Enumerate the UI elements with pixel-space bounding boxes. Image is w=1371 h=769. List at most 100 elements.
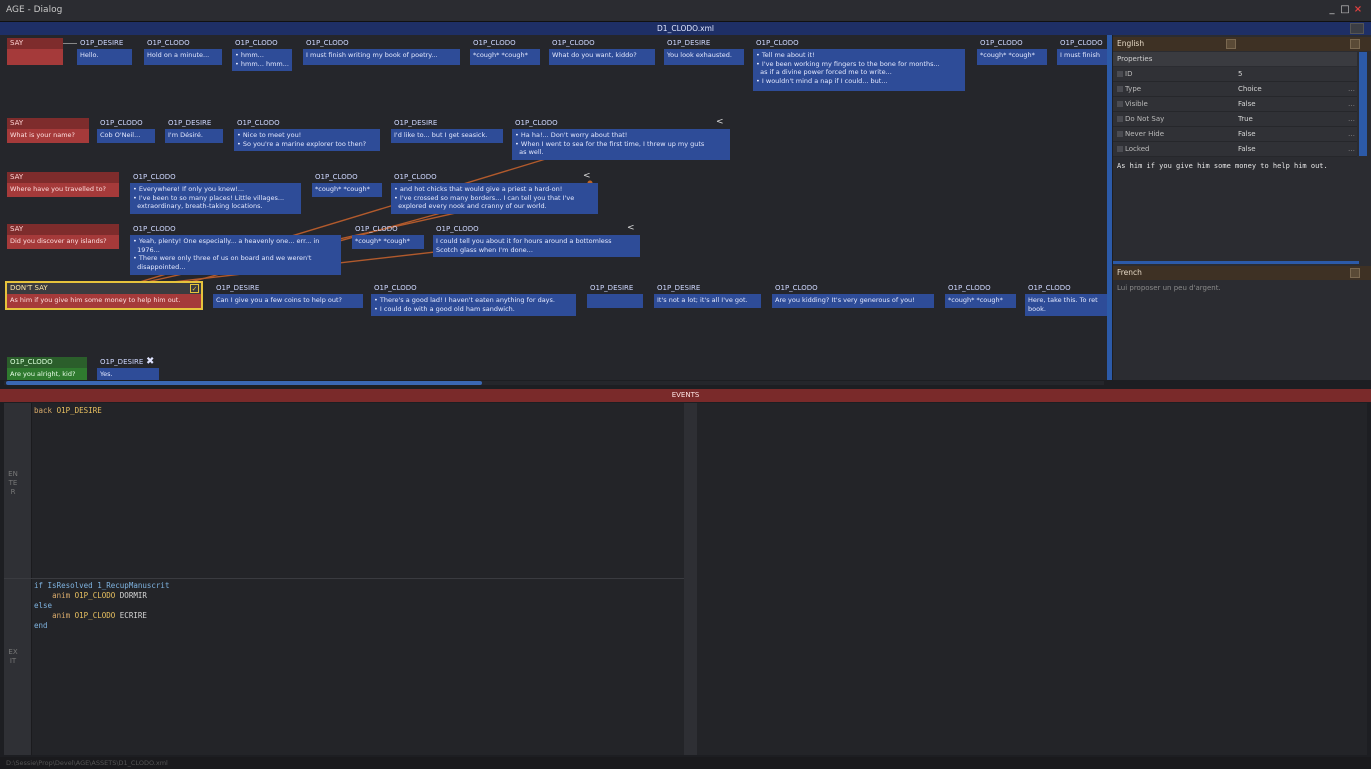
share-icon[interactable]: < [716, 117, 724, 127]
npc-node-head[interactable]: O1P_CLODO [433, 224, 640, 235]
npc-node-head[interactable]: O1P_CLODO [303, 38, 460, 49]
npc-node-head[interactable]: O1P_CLODO [549, 38, 655, 49]
npc-node-body[interactable]: • Nice to meet you! • So you're a marine… [234, 129, 380, 151]
properties-scrollbar[interactable] [1359, 52, 1367, 156]
close-button[interactable]: × [1352, 4, 1364, 16]
npc-node-head[interactable]: O1P_DESIRE [664, 38, 744, 49]
more-icon[interactable]: … [1348, 127, 1355, 142]
choice-node-head[interactable]: DON'T SAY [7, 283, 201, 294]
say-node-head[interactable]: SAY [7, 172, 119, 183]
events-editor-right[interactable] [697, 403, 1367, 755]
npc-node-head[interactable]: O1P_CLODO [512, 118, 730, 129]
panel-splitter[interactable] [1113, 261, 1359, 264]
npc-node-head[interactable]: O1P_CLODO [352, 224, 424, 235]
npc-node-body[interactable]: • Ha ha!... Don't worry about that! • Wh… [512, 129, 730, 160]
menu-button[interactable] [1350, 268, 1360, 278]
npc-node-body[interactable]: Hello. [77, 49, 132, 65]
npc-node-head[interactable]: O1P_CLODO [234, 118, 380, 129]
language-selector-english[interactable]: English [1113, 37, 1371, 51]
npc-node-head[interactable]: O1P_CLODO [130, 172, 301, 183]
save-icon[interactable] [1350, 23, 1364, 34]
npc-node-head[interactable]: O1P_DESIRE [165, 118, 223, 129]
say-node-body[interactable]: Where have you travelled to? [7, 183, 119, 197]
property-row-id[interactable]: ID 5 [1113, 67, 1357, 82]
checkbox-icon[interactable]: ✓ [190, 284, 199, 293]
npc-node-body[interactable]: I'd like to... but I get seasick. [391, 129, 503, 143]
npc-node-head[interactable]: O1P_DESIRE [391, 118, 503, 129]
minimize-button[interactable]: _ [1326, 4, 1338, 16]
share-icon[interactable]: < [627, 223, 635, 233]
maximize-button[interactable]: □ [1339, 4, 1351, 16]
npc-node-body[interactable]: Hold on a minute... [144, 49, 222, 65]
npc-node-body[interactable]: • and hot chicks that would give a pries… [391, 183, 598, 214]
npc-node-body[interactable]: I'm Désiré. [165, 129, 223, 143]
property-row-type[interactable]: Type Choice… [1113, 82, 1357, 97]
npc-node-body[interactable] [587, 294, 643, 308]
npc-node-head[interactable]: O1P_DESIRE [213, 283, 363, 294]
npc-node-body[interactable]: You look exhausted. [664, 49, 744, 65]
more-icon[interactable]: … [1348, 112, 1355, 127]
say-node-head[interactable]: SAY [7, 38, 63, 49]
npc-node-body[interactable]: Are you alright, kid? [7, 368, 87, 380]
dialog-graph-canvas[interactable]: SAY O1P_DESIRE Hello. O1P_CLODO Hold on … [0, 35, 1107, 380]
npc-node-body[interactable]: *cough* *cough* [977, 49, 1047, 65]
more-icon[interactable]: … [1348, 97, 1355, 112]
property-row-visible[interactable]: Visible False… [1113, 97, 1357, 112]
npc-node-head[interactable]: O1P_CLODO [753, 38, 965, 49]
npc-node-body[interactable]: • Yeah, plenty! One especially... a heav… [130, 235, 341, 275]
npc-node-head[interactable]: O1P_CLODO [391, 172, 598, 183]
menu-button[interactable] [1350, 39, 1360, 49]
npc-node-body[interactable]: Here, take this. To ret book. [1025, 294, 1107, 316]
panel-splitter[interactable] [1107, 35, 1112, 380]
say-node-head[interactable]: SAY [7, 224, 119, 235]
npc-node-body[interactable]: • Tell me about it! • I've been working … [753, 49, 965, 91]
npc-node-head[interactable]: O1P_CLODO [130, 224, 341, 235]
npc-node-head[interactable]: O1P_CLODO [312, 172, 382, 183]
npc-node-head[interactable]: O1P_DESIRE [587, 283, 643, 294]
npc-node-body[interactable]: • Everywhere! If only you knew!... • I'v… [130, 183, 301, 214]
npc-node-body[interactable]: Yes. [97, 368, 159, 380]
npc-node-body[interactable]: I could tell you about it for hours arou… [433, 235, 640, 257]
npc-node-body[interactable]: *cough* *cough* [470, 49, 540, 65]
dropdown-button[interactable] [1226, 39, 1236, 49]
file-tab[interactable]: D1_CLODO.xml [0, 22, 1371, 35]
npc-node-head[interactable]: O1P_CLODO [232, 38, 292, 49]
say-node-body[interactable] [7, 49, 63, 65]
npc-node-head[interactable]: O1P_CLODO [470, 38, 540, 49]
npc-node-body[interactable]: • There's a good lad! I haven't eaten an… [371, 294, 576, 316]
npc-node-head[interactable]: O1P_CLODO [144, 38, 222, 49]
npc-node-head[interactable]: O1P_CLODO [977, 38, 1047, 49]
npc-node-head[interactable]: O1P_DESIRE [77, 38, 132, 49]
events-editor-left[interactable] [4, 403, 684, 755]
npc-node-body[interactable]: I must finish [1057, 49, 1107, 65]
events-splitter[interactable] [684, 403, 697, 755]
horizontal-scrollbar[interactable] [6, 381, 482, 385]
more-icon[interactable]: … [1348, 82, 1355, 97]
say-node-body[interactable]: What is your name? [7, 129, 89, 143]
say-node-head[interactable]: SAY [7, 118, 89, 129]
npc-node-body[interactable]: • hmm... • hmm... hmm... [232, 49, 292, 71]
share-icon[interactable]: < [583, 171, 591, 181]
french-text-field[interactable]: Lui proposer un peu d'argent. [1117, 284, 1367, 292]
language-selector-french[interactable]: French [1113, 266, 1371, 280]
property-row-never-hide[interactable]: Never Hide False… [1113, 127, 1357, 142]
npc-node-body[interactable]: Are you kidding? It's very generous of y… [772, 294, 934, 308]
npc-node-body[interactable]: What do you want, kiddo? [549, 49, 655, 65]
npc-node-head[interactable]: O1P_CLODO [371, 283, 576, 294]
npc-node-body[interactable]: *cough* *cough* [352, 235, 424, 249]
npc-node-head[interactable]: O1P_CLODO [772, 283, 934, 294]
exit-code[interactable]: if IsResolved 1_RecupManuscrit anim O1P_… [34, 581, 169, 631]
npc-node-head[interactable]: O1P_CLODO [1025, 283, 1107, 294]
choice-node-body[interactable]: As him if you give him some money to hel… [7, 294, 201, 308]
npc-node-head[interactable]: O1P_CLODO [97, 118, 155, 129]
npc-node-head[interactable]: O1P_CLODO [1057, 38, 1107, 49]
npc-node-head[interactable]: O1P_CLODO [7, 357, 87, 368]
npc-node-head[interactable]: O1P_CLODO [945, 283, 1016, 294]
npc-node-body[interactable]: *cough* *cough* [312, 183, 382, 197]
close-icon[interactable]: ✖ [146, 356, 154, 367]
say-node-body[interactable]: Did you discover any islands? [7, 235, 119, 249]
enter-code[interactable]: back O1P_DESIRE [34, 406, 102, 416]
npc-node-body[interactable]: Can I give you a few coins to help out? [213, 294, 363, 308]
english-text-field[interactable]: As him if you give him some money to hel… [1117, 162, 1371, 170]
npc-node-head[interactable]: O1P_DESIRE [654, 283, 761, 294]
